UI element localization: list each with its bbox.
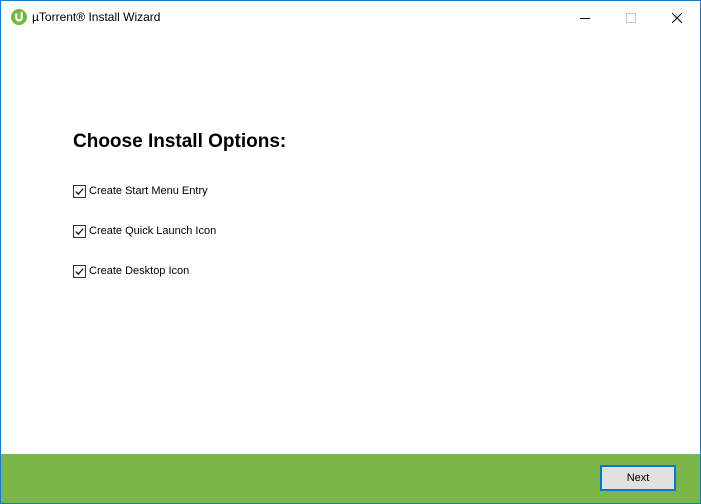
maximize-icon [626, 12, 636, 23]
window-title: µTorrent® Install Wizard [32, 10, 161, 24]
start-menu-checkbox[interactable] [73, 184, 86, 198]
next-button[interactable]: Next [600, 465, 676, 491]
option-start-menu-entry[interactable]: Create Start Menu Entry [73, 183, 208, 199]
option-desktop-icon[interactable]: Create Desktop Icon [73, 263, 189, 279]
page-title: Choose Install Options: [73, 131, 287, 152]
maximize-button[interactable] [608, 1, 654, 34]
checkmark-icon [75, 227, 84, 235]
minimize-icon [580, 17, 590, 19]
close-button[interactable] [654, 1, 700, 34]
footer-bar: Next [1, 454, 700, 503]
option-quick-launch-icon[interactable]: Create Quick Launch Icon [73, 223, 216, 239]
minimize-button[interactable] [562, 1, 608, 34]
checkmark-icon [75, 267, 84, 275]
installer-window: µTorrent® Install Wizard Choose Install … [0, 0, 701, 504]
title-bar[interactable]: µTorrent® Install Wizard [1, 1, 700, 34]
install-options-panel: Choose Install Options: Create Start Men… [1, 34, 700, 454]
checkmark-icon [75, 187, 84, 195]
close-icon [672, 12, 682, 23]
desktop-icon-label[interactable]: Create Desktop Icon [89, 265, 189, 277]
desktop-icon-checkbox[interactable] [73, 264, 86, 278]
start-menu-label[interactable]: Create Start Menu Entry [89, 185, 208, 197]
quick-launch-label[interactable]: Create Quick Launch Icon [89, 225, 216, 237]
utorrent-logo-icon [11, 9, 27, 25]
quick-launch-checkbox[interactable] [73, 224, 86, 238]
